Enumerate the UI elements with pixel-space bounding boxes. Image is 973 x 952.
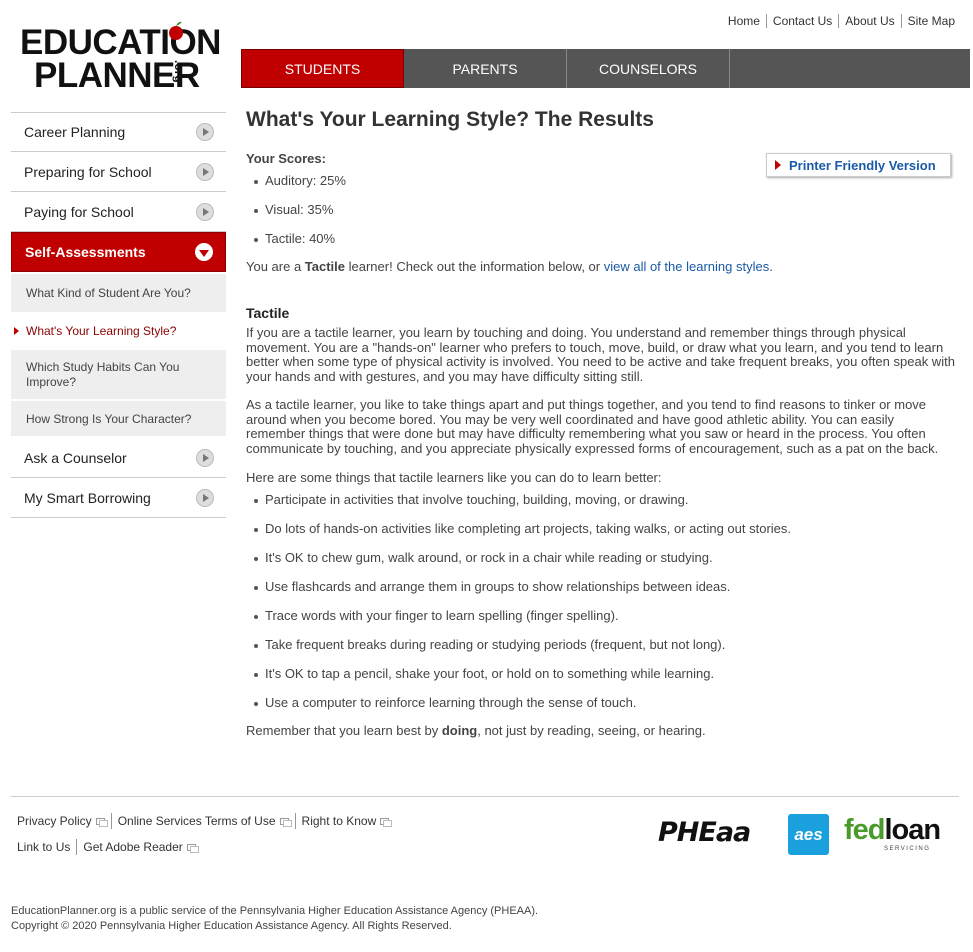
utility-nav: Home Contact Us About Us Site Map [722, 14, 961, 28]
arrow-right-icon [196, 488, 214, 507]
sidebar-subitem-student-type[interactable]: What Kind of Student Are You? [11, 274, 226, 314]
arrow-right-icon [196, 162, 214, 181]
scores-list: Auditory: 25% Visual: 35% Tactile: 40% [246, 166, 956, 253]
link-to-us-link[interactable]: Link to Us [11, 839, 76, 855]
partner-logos: PHEaa aes fedloan SERVICING [658, 813, 958, 858]
fedloan-servicing: SERVICING [884, 846, 931, 852]
terms-of-use-link[interactable]: Online Services Terms of Use [110, 813, 295, 829]
arrow-right-icon [196, 202, 214, 221]
sidebar-item-label: My Smart Borrowing [24, 489, 151, 506]
sidebar-item-smart-borrowing[interactable]: My Smart Borrowing [11, 478, 226, 518]
tip-item: Do lots of hands-on activities like comp… [246, 514, 956, 543]
tip-item: Participate in activities that involve t… [246, 485, 956, 514]
score-item-visual: Visual: 35% [246, 195, 956, 224]
sidebar-item-label: Paying for School [24, 203, 134, 220]
nav-filler [730, 49, 970, 88]
right-to-know-link[interactable]: Right to Know [294, 813, 396, 829]
page-title: What's Your Learning Style? The Results [246, 108, 654, 131]
privacy-policy-label: Privacy Policy [17, 814, 92, 828]
external-link-icon [279, 817, 292, 827]
link-to-us-label: Link to Us [17, 840, 71, 854]
privacy-policy-link[interactable]: Privacy Policy [11, 813, 111, 829]
section-title: Tactile [246, 305, 290, 321]
closing-bold: doing [441, 722, 478, 738]
view-all-styles-link[interactable]: view all of the learning styles [604, 259, 769, 274]
paragraph-1: If you are a tactile learner, you learn … [246, 325, 955, 385]
tip-item: Use a computer to reinforce learning thr… [246, 688, 956, 717]
terms-of-use-label: Online Services Terms of Use [117, 814, 276, 828]
main-content: What's Your Learning Style? The Results … [246, 108, 956, 738]
score-item-tactile: Tactile: 40% [246, 224, 956, 253]
tab-counselors[interactable]: COUNSELORS [567, 49, 730, 88]
result-text: You are a Tactile learner! Check out the… [246, 259, 956, 274]
external-link-icon [380, 817, 393, 827]
aes-logo[interactable]: aes [788, 814, 829, 855]
score-item-auditory: Auditory: 25% [246, 166, 956, 195]
fedloan-logo[interactable]: fedloan [844, 814, 942, 847]
main-nav: STUDENTS PARENTS COUNSELORS [241, 49, 970, 88]
tip-item: Trace words with your finger to learn sp… [246, 601, 956, 630]
sidebar-item-label: Preparing for School [24, 163, 152, 180]
arrow-right-icon [196, 123, 214, 141]
closing-text: Remember that you learn best by doing, n… [246, 723, 956, 738]
sidebar-item-preparing-for-school[interactable]: Preparing for School [11, 152, 226, 192]
sidebar-item-self-assessments[interactable]: Self-Assessments [11, 232, 226, 272]
sidebar-item-paying-for-school[interactable]: Paying for School [11, 192, 226, 232]
sidebar-item-label: Ask a Counselor [24, 449, 127, 466]
sidebar-subitem-study-habits[interactable]: Which Study Habits Can You Improve? [11, 350, 226, 401]
closing-pre: Remember that you learn best by [246, 722, 442, 738]
result-pre: You are a [246, 259, 305, 274]
footer-fine-print: EducationPlanner.org is a public service… [11, 904, 538, 934]
tip-item: It's OK to tap a pencil, shake your foot… [246, 659, 956, 688]
arrow-right-icon [196, 448, 214, 467]
sidebar: Career Planning Preparing for School Pay… [11, 112, 226, 518]
tips-list: Participate in activities that involve t… [246, 485, 956, 717]
tab-students[interactable]: STUDENTS [241, 49, 404, 88]
adobe-reader-label: Get Adobe Reader [83, 840, 183, 854]
sidebar-subitem-learning-style[interactable]: What's Your Learning Style? [11, 314, 226, 350]
logo-suffix: .org [172, 60, 186, 83]
tip-item: Use flashcards and arrange them in group… [246, 572, 956, 601]
tip-item: It's OK to chew gum, walk around, or roc… [246, 543, 956, 572]
tab-parents[interactable]: PARENTS [404, 49, 567, 88]
result-style: Tactile [304, 259, 346, 274]
site-map-link[interactable]: Site Map [900, 14, 961, 28]
chevron-down-icon [195, 243, 213, 261]
external-link-icon [95, 817, 108, 827]
footer-divider [11, 796, 959, 797]
logo-text-education: EDUCATION [20, 23, 221, 62]
sidebar-item-ask-counselor[interactable]: Ask a Counselor [11, 438, 226, 478]
pheaa-logo[interactable]: PHEaa [658, 817, 751, 848]
copyright-notice: Copyright © 2020 Pennsylvania Higher Edu… [11, 920, 452, 932]
tip-item: Take frequent breaks during reading or s… [246, 630, 956, 659]
sidebar-item-label: Self-Assessments [25, 244, 146, 260]
apple-icon [169, 21, 183, 40]
sidebar-subitem-character[interactable]: How Strong Is Your Character? [11, 401, 226, 438]
sidebar-item-label: Career Planning [24, 124, 126, 140]
sidebar-item-career-planning[interactable]: Career Planning [11, 112, 226, 152]
tips-intro: Here are some things that tactile learne… [246, 469, 662, 485]
fedloan-fed: fed [844, 814, 885, 846]
contact-us-link[interactable]: Contact Us [765, 14, 838, 28]
result-mid: learner! Check out the information below… [345, 259, 604, 274]
closing-end: , not just by reading, seeing, or hearin… [477, 722, 706, 738]
home-link[interactable]: Home [722, 14, 766, 28]
external-link-icon [186, 843, 199, 853]
footer-links-row-1: Privacy Policy Online Services Terms of … [11, 813, 395, 829]
site-logo[interactable]: EDUCATION PLANNER .org [20, 20, 221, 93]
paragraph-2: As a tactile learner, you like to take t… [246, 396, 939, 456]
about-us-link[interactable]: About Us [838, 14, 900, 28]
public-service-notice: EducationPlanner.org is a public service… [11, 905, 539, 917]
result-end: . [769, 259, 773, 274]
right-to-know-label: Right to Know [301, 814, 377, 828]
fedloan-loan: loan [884, 814, 942, 846]
adobe-reader-link[interactable]: Get Adobe Reader [76, 839, 201, 855]
footer-links-row-2: Link to Us Get Adobe Reader [11, 839, 202, 855]
